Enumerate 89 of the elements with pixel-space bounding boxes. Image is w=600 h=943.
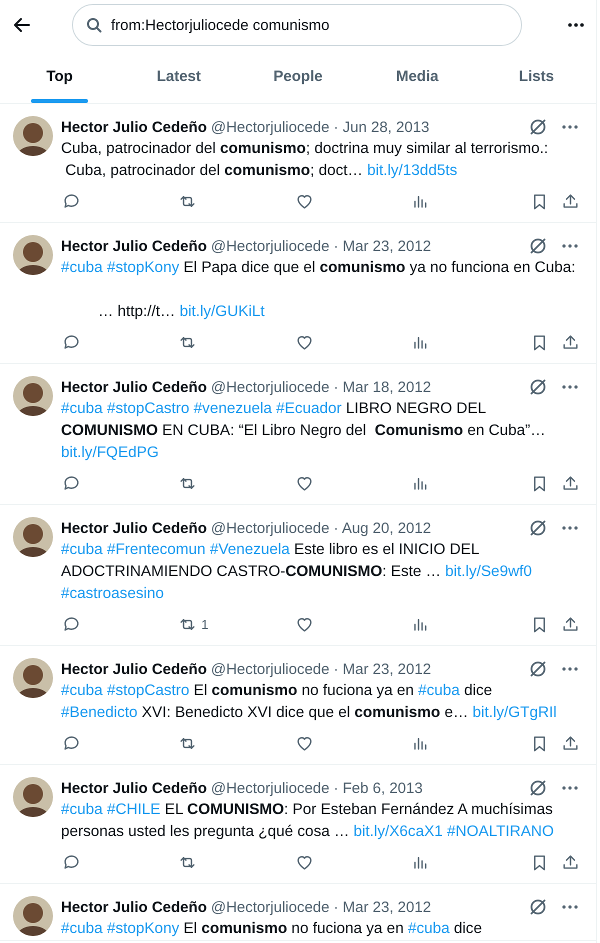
author-name[interactable]: Hector Julio Cedeño (61, 378, 207, 396)
link[interactable]: #cuba (418, 682, 460, 699)
avatar[interactable] (13, 235, 53, 275)
reply-icon[interactable] (62, 332, 81, 352)
avatar[interactable] (13, 896, 53, 936)
share-icon[interactable] (561, 332, 580, 352)
link[interactable]: #cuba (61, 259, 103, 276)
slashed-circle-icon[interactable] (528, 897, 548, 917)
avatar[interactable] (13, 777, 53, 817)
tweet-text: Cuba, patrocinador del comunismo; doctrina muy similar al terrorismo.: Cuba, patrocinador del comunismo; doct… bit.ly/13dd5ts (61, 139, 550, 181)
tweet-date[interactable]: · Feb 6, 2013 (333, 780, 423, 796)
tweet-text: #cuba #stopCastro El comunismo no fuciona ya en #cuba dice #Benedicto XVI: Benedicto XVI dice que el comunismo e… bit.ly/GTgRIl (61, 681, 558, 723)
link[interactable]: #cuba (61, 920, 103, 937)
reply-icon[interactable] (62, 614, 81, 634)
author-handle: @Hectorjuliocede (210, 520, 330, 536)
slashed-circle-icon[interactable] (528, 117, 548, 137)
reply-icon[interactable] (62, 474, 81, 492)
repost-count: 1 (201, 616, 208, 632)
slashed-circle-icon[interactable] (528, 377, 548, 397)
share-icon[interactable] (561, 474, 580, 492)
link[interactable]: #stopCastro (106, 400, 190, 417)
author-name[interactable]: Hector Julio Cedeño (61, 520, 207, 536)
link[interactable]: #castroasesino (61, 585, 164, 602)
author-handle: @Hectorjuliocede (210, 378, 330, 396)
tweet-text: #cuba #stopKony El comunismo no fuciona ya en #cuba dice (61, 919, 483, 939)
search-icon (86, 17, 102, 33)
tweet-date[interactable]: · Aug 20, 2012 (333, 520, 432, 536)
share-icon[interactable] (561, 852, 580, 872)
author-handle: @Hectorjuliocede (210, 898, 330, 916)
link[interactable]: bit.ly/X6caX1 (354, 823, 443, 840)
author-handle: @Hectorjuliocede (210, 660, 330, 678)
reply-icon[interactable] (62, 734, 81, 752)
link[interactable]: #cuba (61, 682, 103, 699)
author-handle: @Hectorjuliocede (210, 238, 330, 254)
author-name[interactable]: Hector Julio Cedeño (61, 660, 207, 678)
author-name[interactable]: Hector Julio Cedeño (61, 898, 207, 916)
tab[interactable]: Lists (504, 50, 569, 103)
avatar[interactable] (13, 517, 53, 557)
link[interactable]: #stopCastro (106, 682, 190, 699)
reply-icon[interactable] (62, 192, 81, 210)
link[interactable]: #cuba (61, 400, 103, 417)
tweet-date[interactable]: · Mar 23, 2012 (333, 898, 432, 916)
avatar[interactable] (13, 658, 53, 698)
avatar[interactable] (13, 376, 53, 416)
link[interactable]: #Venezuela (210, 541, 290, 558)
author-handle: @Hectorjuliocede (210, 118, 330, 136)
back-arrow-icon[interactable] (12, 15, 32, 35)
link[interactable]: #CHILE (106, 801, 160, 818)
link[interactable]: #stopKony (106, 259, 180, 276)
author-name[interactable]: Hector Julio Cedeño (61, 780, 207, 796)
tweet-date[interactable]: · Mar 18, 2012 (333, 378, 432, 396)
link[interactable]: bit.ly/FQEdPG (61, 444, 159, 461)
reply-icon[interactable] (62, 852, 81, 872)
link[interactable]: bit.ly/GUKiLt (180, 303, 265, 320)
tweet-text: #cuba #stopCastro #venezuela #Ecuador LIBRO NEGRO DEL COMUNISMO EN CUBA: “El Libro Negro del Comunismo en Cuba”… bit.ly/FQEdPG (61, 399, 547, 463)
author-handle: @Hectorjuliocede (210, 780, 330, 796)
tab[interactable]: Latest (142, 50, 216, 103)
tweet-text: #cuba #CHILE EL COMUNISMO: Por Esteban Fernández A muchísimas personas usted les pregunta ¿qué cosa … bit.ly/X6caX1 #NOALTIRANO (61, 800, 555, 842)
tweet-date[interactable]: · Mar 23, 2012 (333, 660, 432, 678)
search-field[interactable]: from:Hectorjuliocede comunismo (72, 4, 522, 46)
avatar[interactable] (13, 116, 53, 156)
tweet-text: #cuba #Frentecomun #Venezuela Este libro es el INICIO DEL ADOCTRINAMIENDO CASTRO-COMUNISMO: Este … bit.ly/Se9wf0 #castroasesino (61, 540, 533, 604)
tweet-date[interactable]: · Mar 23, 2012 (333, 238, 432, 254)
author-name[interactable]: Hector Julio Cedeño (61, 118, 207, 136)
link[interactable]: #stopKony (106, 920, 180, 937)
link[interactable]: #venezuela (194, 400, 272, 417)
link[interactable]: #Benedicto (61, 704, 138, 721)
link[interactable]: #cuba (61, 541, 103, 558)
link[interactable]: #cuba (61, 801, 103, 818)
link[interactable]: #cuba (408, 920, 450, 937)
link[interactable]: bit.ly/Se9wf0 (445, 563, 532, 580)
author-name[interactable]: Hector Julio Cedeño (61, 238, 207, 254)
share-icon[interactable] (561, 734, 580, 752)
link[interactable]: bit.ly/GTgRIl (472, 704, 557, 721)
tab[interactable]: Top (31, 50, 88, 103)
slashed-circle-icon[interactable] (528, 236, 548, 256)
slashed-circle-icon[interactable] (528, 518, 548, 538)
tweet-date[interactable]: · Jun 28, 2013 (333, 118, 430, 136)
tab[interactable]: People (258, 50, 338, 103)
share-icon[interactable] (561, 192, 580, 210)
tweet-text: #cuba #stopKony El Papa dice que el comunismo ya no funciona en Cuba: … http://t… bit.ly/GUKiLt (61, 258, 576, 322)
link[interactable]: bit.ly/13dd5ts (367, 162, 458, 179)
tab[interactable]: Media (380, 50, 454, 103)
link[interactable]: #NOALTIRANO (447, 823, 554, 840)
share-icon[interactable] (561, 614, 580, 634)
link[interactable]: #Ecuador (276, 400, 342, 417)
slashed-circle-icon[interactable] (528, 778, 548, 798)
slashed-circle-icon[interactable] (528, 659, 548, 679)
link[interactable]: #Frentecomun (106, 541, 206, 558)
